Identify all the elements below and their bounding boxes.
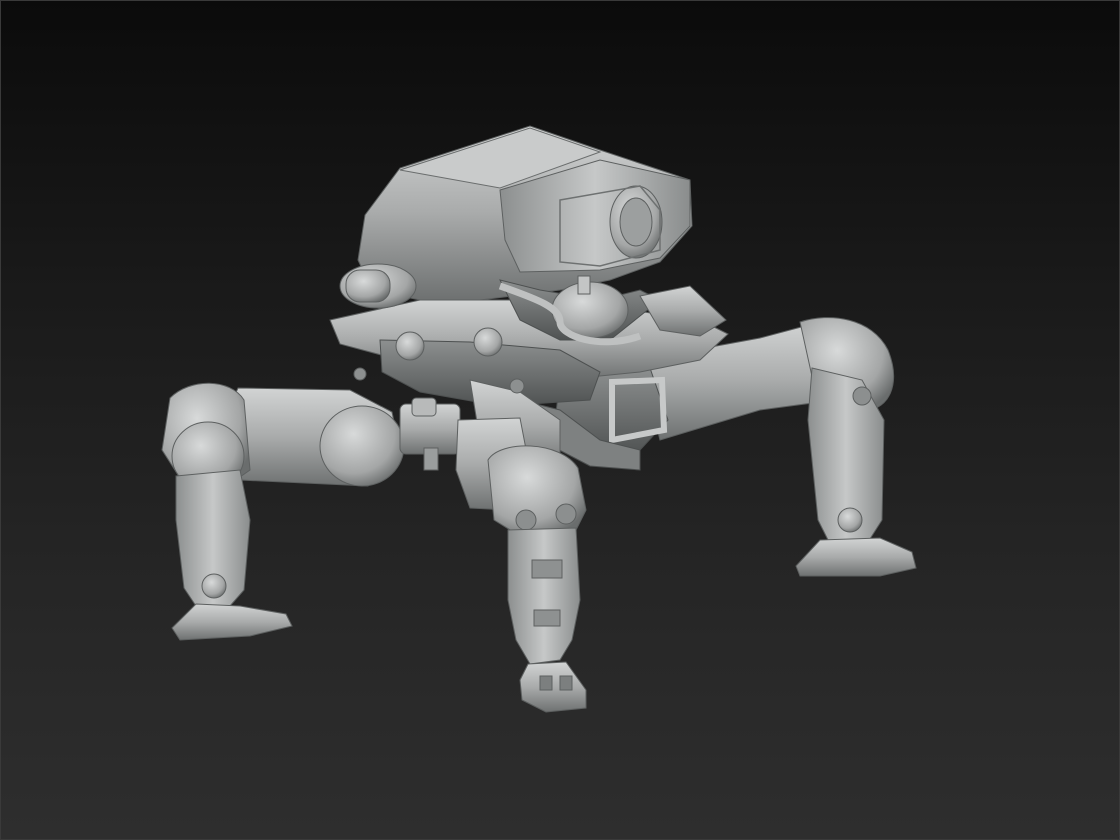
left-leg [161,382,461,641]
front-leg [455,417,587,713]
mech-model-render[interactable] [0,0,1120,840]
sculpt-viewport[interactable] [0,0,1120,840]
